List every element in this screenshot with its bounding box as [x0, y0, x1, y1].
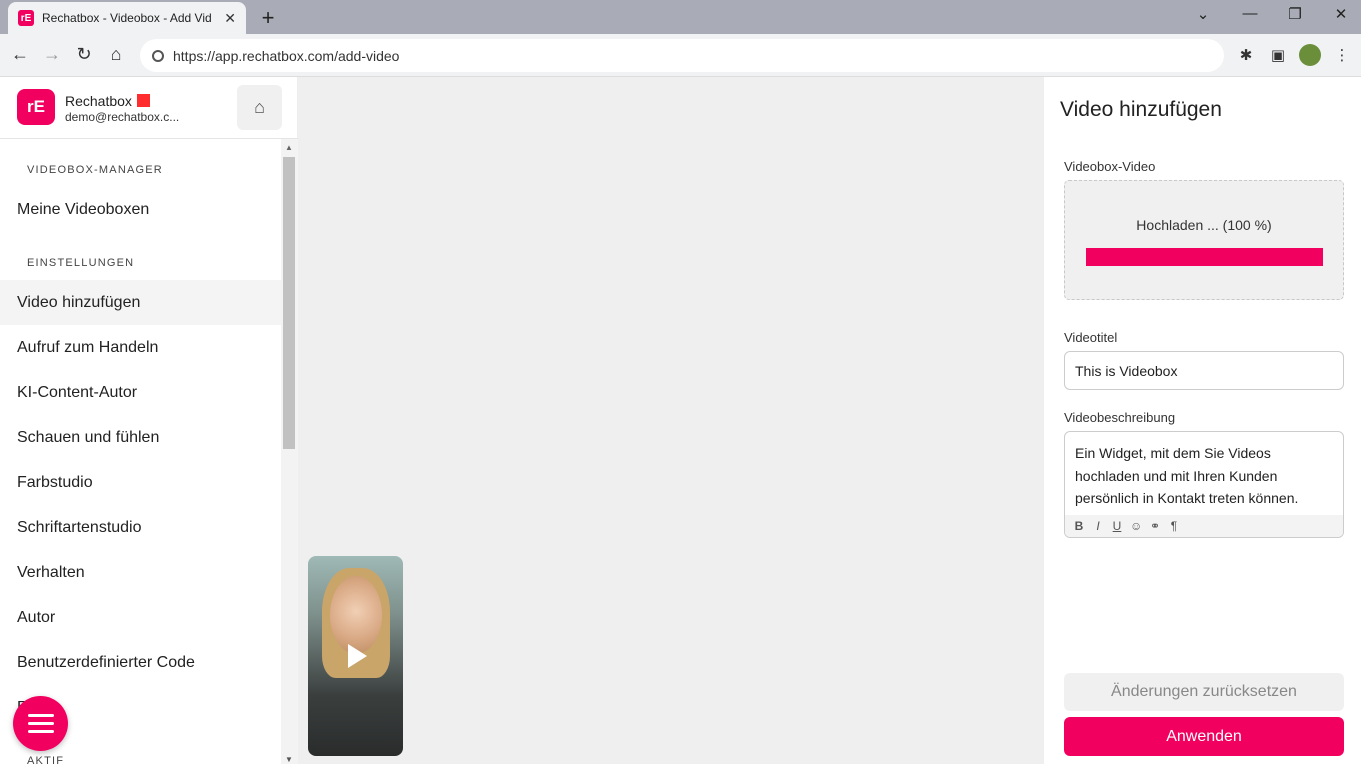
preview-area	[298, 77, 1044, 764]
hamburger-icon-line	[27, 730, 54, 733]
account-email: demo@rechatbox.c...	[65, 110, 180, 124]
sidebar-item-autor[interactable]: Autor	[0, 595, 281, 640]
paragraph-icon[interactable]: ¶	[1168, 519, 1180, 533]
browser-tab[interactable]: rE Rechatbox - Videobox - Add Vid ✕	[8, 2, 246, 34]
menu-kebab-icon[interactable]: ⋮	[1331, 44, 1353, 66]
description-line: Ein Widget, mit dem Sie Videos	[1075, 445, 1271, 461]
tab-title: Rechatbox - Videobox - Add Vid	[42, 11, 212, 25]
extensions-icon[interactable]: ✱	[1235, 44, 1257, 66]
upload-progress-fill	[1086, 248, 1323, 266]
section-label-videobox-manager: VIDEOBOX-MANAGER	[27, 164, 163, 176]
description-line: hochladen und mit Ihren Kunden	[1075, 467, 1278, 484]
rechatbox-logo: rE	[17, 89, 55, 125]
back-arrow-icon[interactable]: ←	[9, 43, 31, 65]
video-widget-thumbnail[interactable]	[308, 556, 403, 756]
video-upload-dropzone[interactable]: Hochladen ... (100 %)	[1064, 180, 1344, 300]
favicon-icon: rE	[18, 10, 34, 26]
emoji-icon[interactable]: ☺	[1130, 519, 1142, 533]
tab-search-icon[interactable]: ⌄	[1193, 5, 1213, 23]
editor-toolbar: B I U ☺ ⚭ ¶	[1065, 515, 1343, 537]
close-window-button[interactable]: ✕	[1331, 5, 1351, 23]
sidebar-scrollbar[interactable]: ▲ ▼	[281, 139, 298, 764]
house-icon: ⌂	[254, 97, 265, 117]
upload-status-text: Hochladen ... (100 %)	[1136, 217, 1272, 233]
scroll-down-arrow-icon[interactable]: ▼	[285, 755, 293, 764]
reset-changes-button[interactable]: Änderungen zurücksetzen	[1064, 673, 1344, 711]
apply-button[interactable]: Anwenden	[1064, 717, 1344, 756]
description-text[interactable]: Ein Widget, mit dem Sie Videos hochladen…	[1065, 432, 1343, 515]
browser-tabbar: rE Rechatbox - Videobox - Add Vid ✕ + ⌄ …	[0, 0, 1361, 34]
sidebar-item-verhalten[interactable]: Verhalten	[0, 550, 281, 595]
brand-name-text: Rechatbox	[65, 93, 132, 109]
panel-title: Video hinzufügen	[1060, 98, 1222, 121]
sidebar-item-meine-videoboxen[interactable]: Meine Videoboxen	[0, 187, 281, 232]
underline-icon[interactable]: U	[1111, 519, 1123, 533]
title-field-label: Videotitel	[1064, 330, 1118, 345]
main-menu-button[interactable]	[13, 696, 68, 751]
profile-avatar[interactable]	[1299, 44, 1321, 66]
status-flag-icon	[136, 94, 150, 107]
home-icon[interactable]: ⌂	[105, 43, 127, 65]
hamburger-icon-line	[27, 714, 54, 717]
play-icon[interactable]	[348, 644, 367, 668]
upload-progress-bar	[1086, 248, 1323, 266]
video-description-editor[interactable]: Ein Widget, mit dem Sie Videos hochladen…	[1064, 431, 1344, 538]
site-info-icon[interactable]	[152, 49, 164, 62]
minimize-button[interactable]: —	[1240, 5, 1260, 22]
description-line: persönlich in Kontakt treten können.	[1075, 490, 1299, 506]
reload-icon[interactable]: ↻	[73, 43, 95, 65]
forward-arrow-icon[interactable]: →	[41, 43, 63, 65]
scroll-up-arrow-icon[interactable]: ▲	[285, 143, 293, 152]
side-panel-icon[interactable]: ▣	[1267, 44, 1289, 66]
browser-toolbar: ← → ↻ ⌂ https://app.rechatbox.com/add-vi…	[0, 34, 1361, 77]
sidebar-item-farbstudio[interactable]: Farbstudio	[0, 460, 281, 505]
new-tab-button[interactable]: +	[258, 5, 278, 31]
maximize-button[interactable]: ❐	[1285, 5, 1305, 23]
video-field-label: Videobox-Video	[1064, 159, 1156, 174]
bold-icon[interactable]: B	[1073, 519, 1085, 533]
home-button[interactable]: ⌂	[237, 85, 282, 130]
scroll-thumb[interactable]	[283, 157, 295, 449]
tab-close-icon[interactable]: ✕	[224, 10, 236, 27]
sidebar-item-schauen-und-fuehlen[interactable]: Schauen und fühlen	[0, 415, 281, 460]
sidebar-item-schriftartenstudio[interactable]: Schriftartenstudio	[0, 505, 281, 550]
description-field-label: Videobeschreibung	[1064, 410, 1176, 425]
address-bar[interactable]: https://app.rechatbox.com/add-video	[140, 39, 1224, 72]
url-text: https://app.rechatbox.com/add-video	[173, 47, 400, 64]
video-title-input[interactable]	[1064, 351, 1344, 390]
settings-panel: Video hinzufügen Videobox-Video Hochlade…	[1044, 77, 1361, 764]
sidebar-item-ki-content-autor[interactable]: KI-Content-Autor	[0, 370, 281, 415]
sidebar-item-benutzerdefinierter-code[interactable]: Benutzerdefinierter Code	[0, 640, 281, 685]
hamburger-icon-line	[27, 722, 54, 725]
brand-name: Rechatbox	[65, 93, 150, 109]
sidebar-item-video-hinzufuegen[interactable]: Video hinzufügen	[0, 280, 281, 325]
brand-header: rE Rechatbox demo@rechatbox.c... ⌂	[0, 77, 298, 139]
section-label-aktif: AKTIF	[27, 755, 65, 767]
thumbnail-person-face	[330, 576, 382, 654]
italic-icon[interactable]: I	[1092, 519, 1104, 533]
section-label-einstellungen: EINSTELLUNGEN	[27, 257, 135, 269]
sidebar-item-aufruf-zum-handeln[interactable]: Aufruf zum Handeln	[0, 325, 281, 370]
link-icon[interactable]: ⚭	[1149, 519, 1161, 533]
sidebar: rE Rechatbox demo@rechatbox.c... ⌂ VIDEO…	[0, 77, 298, 767]
